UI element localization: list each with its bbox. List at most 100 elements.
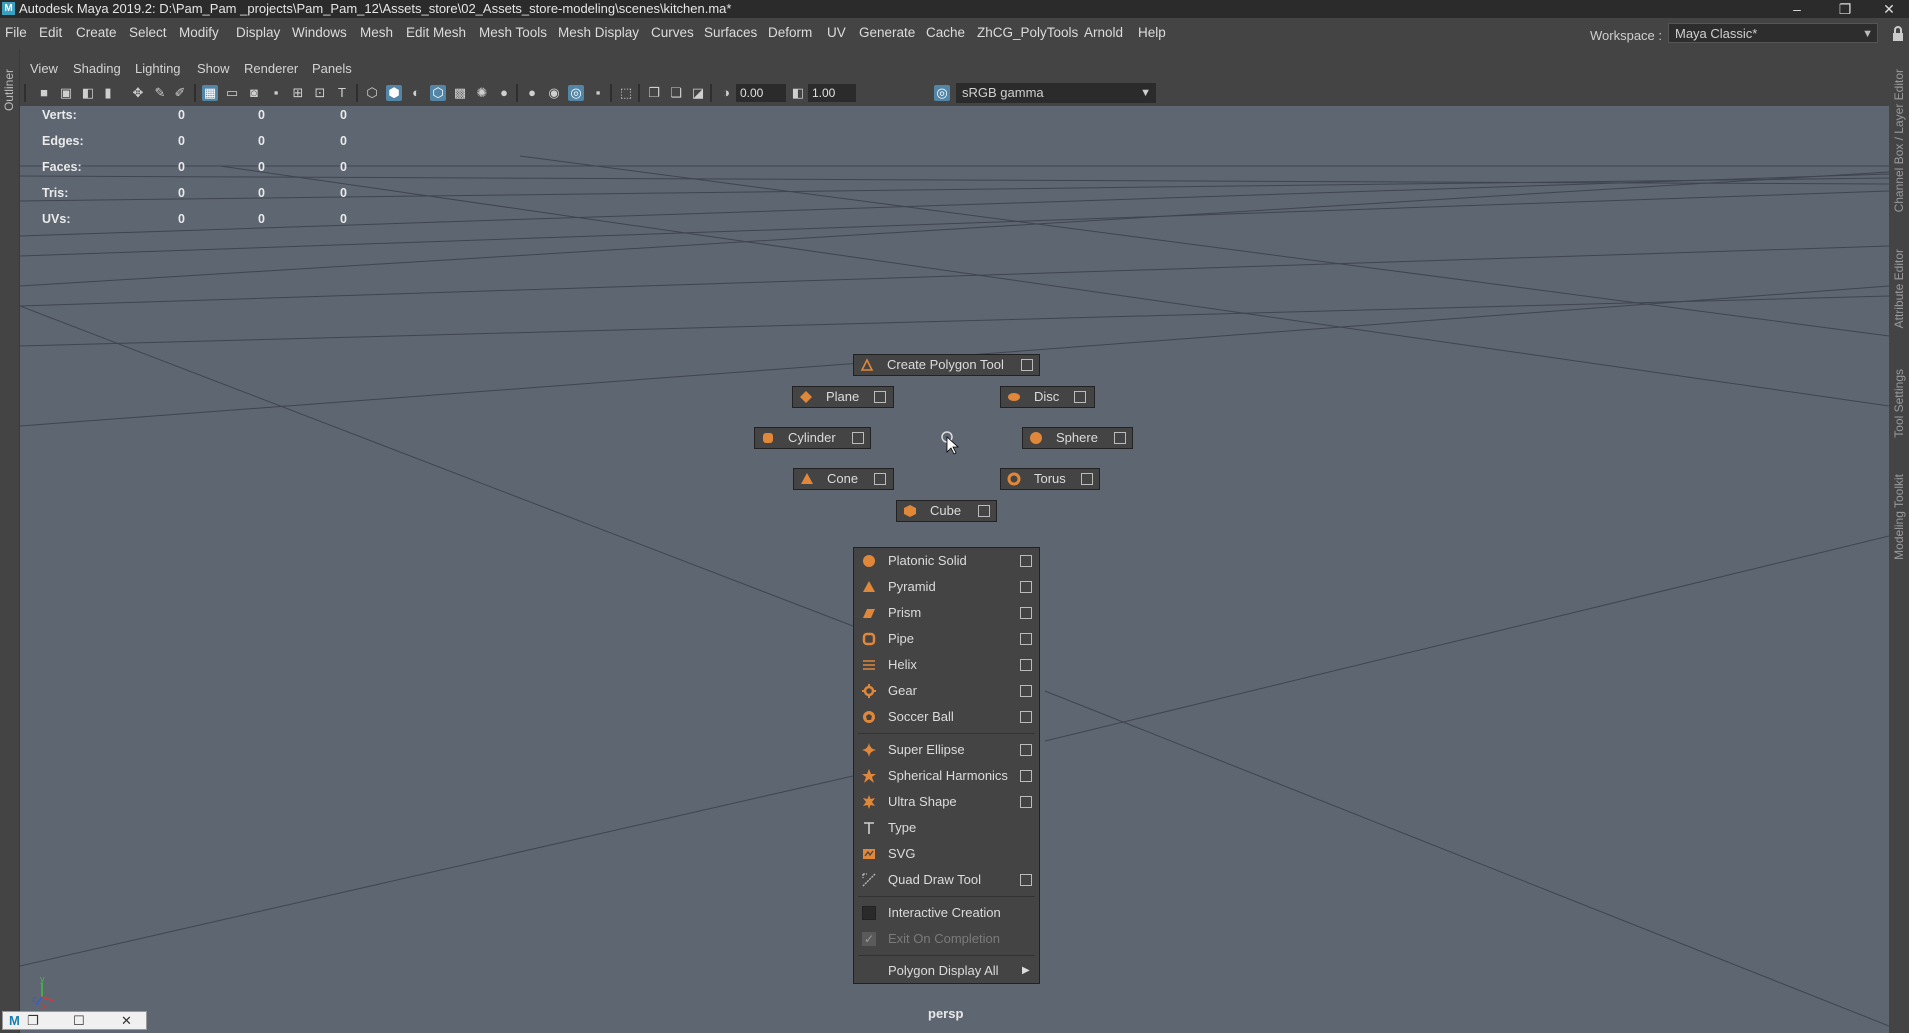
menu-help[interactable]: Help xyxy=(1138,25,1166,40)
panel-menu-lighting[interactable]: Lighting xyxy=(135,61,181,76)
menu-deform[interactable]: Deform xyxy=(768,25,812,40)
xray-joints-icon[interactable]: ❏ xyxy=(668,85,684,101)
color-management-dropdown[interactable]: sRGB gamma ▼ xyxy=(956,83,1156,103)
prism-item[interactable]: Prism xyxy=(854,600,1039,626)
wireframe-on-shaded-icon[interactable]: ⬡ xyxy=(430,85,446,101)
option-box[interactable] xyxy=(1020,744,1032,756)
xray-icon[interactable]: ❐ xyxy=(646,85,662,101)
textured-icon[interactable]: ▩ xyxy=(452,85,468,101)
pipe-item[interactable]: Pipe xyxy=(854,626,1039,652)
sphere-item[interactable]: Sphere xyxy=(1022,427,1133,449)
menu-edit[interactable]: Edit xyxy=(39,25,62,40)
option-box[interactable] xyxy=(1020,555,1032,567)
menu-modify[interactable]: Modify xyxy=(179,25,219,40)
disc-item[interactable]: Disc xyxy=(1000,386,1095,408)
safe-title-icon[interactable]: T xyxy=(334,85,350,101)
option-box[interactable] xyxy=(1020,607,1032,619)
close-button[interactable]: ✕ xyxy=(1869,0,1909,18)
channel-box-tab[interactable]: Channel Box / Layer Editor xyxy=(1892,69,1906,212)
restore-icon[interactable]: ❐ xyxy=(27,1012,39,1029)
safe-action-icon[interactable]: ⊡ xyxy=(312,85,328,101)
panel-menu-show[interactable]: Show xyxy=(197,61,230,76)
tool-settings-tab[interactable]: Tool Settings xyxy=(1892,369,1906,438)
motion-blur-icon[interactable]: ◉ xyxy=(546,85,562,101)
lock-icon[interactable] xyxy=(1892,26,1906,42)
menu-curves[interactable]: Curves xyxy=(651,25,694,40)
exposure-icon[interactable]: ◑ xyxy=(718,85,734,101)
option-box[interactable] xyxy=(874,391,886,403)
polygon-display-all-item[interactable]: Polygon Display All ▶ xyxy=(854,958,1039,984)
gamma-icon[interactable]: ◧ xyxy=(790,85,806,101)
option-box[interactable] xyxy=(1020,711,1032,723)
menu-mesh-display[interactable]: Mesh Display xyxy=(558,25,639,40)
modeling-toolkit-tab[interactable]: Modeling Toolkit xyxy=(1892,474,1906,560)
cylinder-item[interactable]: Cylinder xyxy=(754,427,871,449)
panel-menu-renderer[interactable]: Renderer xyxy=(244,61,298,76)
default-lighting-icon[interactable]: ◐ xyxy=(408,85,424,101)
option-box[interactable] xyxy=(1074,391,1086,403)
shadows-icon[interactable]: ● xyxy=(496,85,512,101)
option-box[interactable] xyxy=(1020,581,1032,593)
smooth-shade-icon[interactable]: ⬢ xyxy=(386,85,402,101)
minimized-window-bar[interactable]: M ❐ ☐ ✕ xyxy=(2,1011,147,1030)
interactive-creation-item[interactable]: Interactive Creation xyxy=(854,900,1039,926)
bookmark-icon[interactable]: ◧ xyxy=(80,85,96,101)
option-box[interactable] xyxy=(978,505,990,517)
option-box[interactable] xyxy=(1114,432,1126,444)
cone-item[interactable]: Cone xyxy=(793,468,894,490)
film-gate-icon[interactable]: ▭ xyxy=(224,85,240,101)
screen-space-ao-icon[interactable]: ● xyxy=(524,85,540,101)
minimize-button[interactable]: – xyxy=(1777,0,1817,18)
menu-zhcg-polytools[interactable]: ZhCG_PolyTools xyxy=(977,25,1078,40)
option-box[interactable] xyxy=(1020,874,1032,886)
gate-mask-icon[interactable]: ▪ xyxy=(268,85,284,101)
workspace-dropdown[interactable]: Maya Classic* ▼ xyxy=(1668,23,1878,43)
xray-active-icon[interactable]: ◪ xyxy=(690,85,706,101)
helix-item[interactable]: Helix xyxy=(854,652,1039,678)
panel-menu-view[interactable]: View xyxy=(30,61,58,76)
ultra-shape-item[interactable]: Ultra Shape xyxy=(854,789,1039,815)
pencil-icon[interactable]: ✐ xyxy=(172,85,188,101)
menu-display[interactable]: Display xyxy=(236,25,280,40)
menu-windows[interactable]: Windows xyxy=(292,25,347,40)
plane-item[interactable]: Plane xyxy=(792,386,894,408)
option-box[interactable] xyxy=(1021,359,1033,371)
lights-icon[interactable]: ✺ xyxy=(474,85,490,101)
menu-select[interactable]: Select xyxy=(129,25,167,40)
option-box[interactable] xyxy=(1081,473,1093,485)
menu-generate[interactable]: Generate xyxy=(859,25,915,40)
select-camera-icon[interactable]: ■ xyxy=(36,85,52,101)
torus-item[interactable]: Torus xyxy=(1000,468,1100,490)
depth-of-field-icon[interactable]: ▪ xyxy=(590,85,606,101)
panel-menu-panels[interactable]: Panels xyxy=(312,61,352,76)
menu-mesh-tools[interactable]: Mesh Tools xyxy=(479,25,547,40)
grid-icon[interactable]: ▦ xyxy=(202,85,218,101)
cube-item[interactable]: Cube xyxy=(896,500,997,522)
menu-mesh[interactable]: Mesh xyxy=(360,25,393,40)
menu-uv[interactable]: UV xyxy=(827,25,846,40)
gear-item[interactable]: Gear xyxy=(854,678,1039,704)
option-box[interactable] xyxy=(874,473,886,485)
platonic-solid-item[interactable]: Platonic Solid xyxy=(854,548,1039,574)
menu-arnold[interactable]: Arnold xyxy=(1084,25,1123,40)
option-box[interactable] xyxy=(852,432,864,444)
restore-button[interactable]: ❐ xyxy=(1825,0,1865,18)
super-ellipse-item[interactable]: Super Ellipse xyxy=(854,737,1039,763)
quad-draw-tool-item[interactable]: Quad Draw Tool xyxy=(854,867,1039,893)
2d-pan-icon[interactable]: ✥ xyxy=(130,85,146,101)
close-icon[interactable]: ✕ xyxy=(121,1012,132,1029)
create-polygon-tool-item[interactable]: Create Polygon Tool xyxy=(853,354,1040,376)
gamma-field[interactable]: 1.00 xyxy=(808,84,856,102)
anti-aliasing-icon[interactable]: ◎ xyxy=(568,85,584,101)
svg-item[interactable]: SVG xyxy=(854,841,1039,867)
color-management-icon[interactable]: ◎ xyxy=(934,85,950,101)
spherical-harmonics-item[interactable]: Spherical Harmonics xyxy=(854,763,1039,789)
interactive-creation-checkbox[interactable] xyxy=(862,906,876,920)
camera-attributes-icon[interactable]: ▣ xyxy=(58,85,74,101)
soccer-ball-item[interactable]: Soccer Ball xyxy=(854,704,1039,730)
option-box[interactable] xyxy=(1020,796,1032,808)
outliner-tab[interactable]: Outliner xyxy=(2,69,16,111)
menu-surfaces[interactable]: Surfaces xyxy=(704,25,757,40)
grease-pencil-icon[interactable]: ✎ xyxy=(152,85,168,101)
option-box[interactable] xyxy=(1020,770,1032,782)
